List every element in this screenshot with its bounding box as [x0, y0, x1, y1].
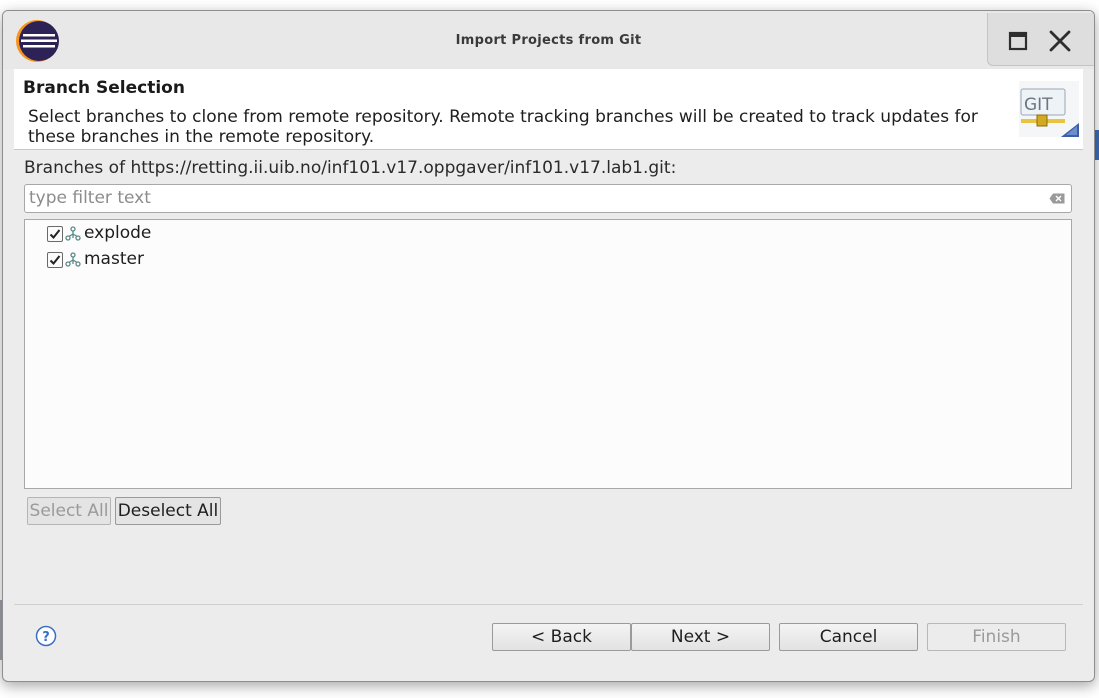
back-button[interactable]: < Back: [492, 623, 631, 651]
close-icon[interactable]: [1046, 27, 1074, 55]
branch-list: explode master: [24, 219, 1072, 489]
window-controls: [987, 13, 1094, 66]
deselect-all-button[interactable]: Deselect All: [115, 497, 221, 525]
page-description: Select branches to clone from remote rep…: [28, 107, 978, 147]
branch-row-explode[interactable]: explode: [47, 222, 1047, 246]
wizard-banner: Branch Selection Select branches to clon…: [14, 69, 1083, 150]
branch-icon: [65, 226, 81, 241]
branch-row-master[interactable]: master: [47, 248, 1047, 272]
title-bar[interactable]: Import Projects from Git: [3, 11, 1094, 69]
branch-checkbox[interactable]: [47, 226, 63, 242]
branch-icon: [65, 252, 81, 267]
checkmark-icon: [49, 255, 61, 265]
branch-name: master: [84, 249, 144, 269]
next-button[interactable]: Next >: [631, 623, 770, 651]
window-title: Import Projects from Git: [455, 33, 642, 48]
finish-button[interactable]: Finish: [927, 623, 1066, 651]
cancel-button[interactable]: Cancel: [779, 623, 918, 651]
checkmark-icon: [49, 229, 61, 239]
clear-filter-icon[interactable]: [1049, 193, 1065, 204]
branches-label: Branches of https://retting.ii.uib.no/in…: [24, 158, 677, 178]
maximize-icon[interactable]: [1004, 27, 1032, 55]
page-title: Branch Selection: [23, 78, 185, 98]
svg-text:?: ?: [42, 630, 50, 645]
branch-name: explode: [84, 223, 152, 243]
branch-checkbox[interactable]: [47, 252, 63, 268]
help-icon[interactable]: ?: [35, 625, 57, 647]
filter-input[interactable]: [29, 187, 1039, 209]
import-dialog: Import Projects from Git Branch Selectio…: [2, 10, 1095, 682]
git-logo-text: GIT: [1024, 95, 1053, 115]
footer-separator: [14, 604, 1083, 605]
git-wizard-icon: GIT: [1019, 81, 1079, 137]
filter-field[interactable]: [24, 184, 1072, 213]
select-all-button[interactable]: Select All: [27, 497, 111, 525]
